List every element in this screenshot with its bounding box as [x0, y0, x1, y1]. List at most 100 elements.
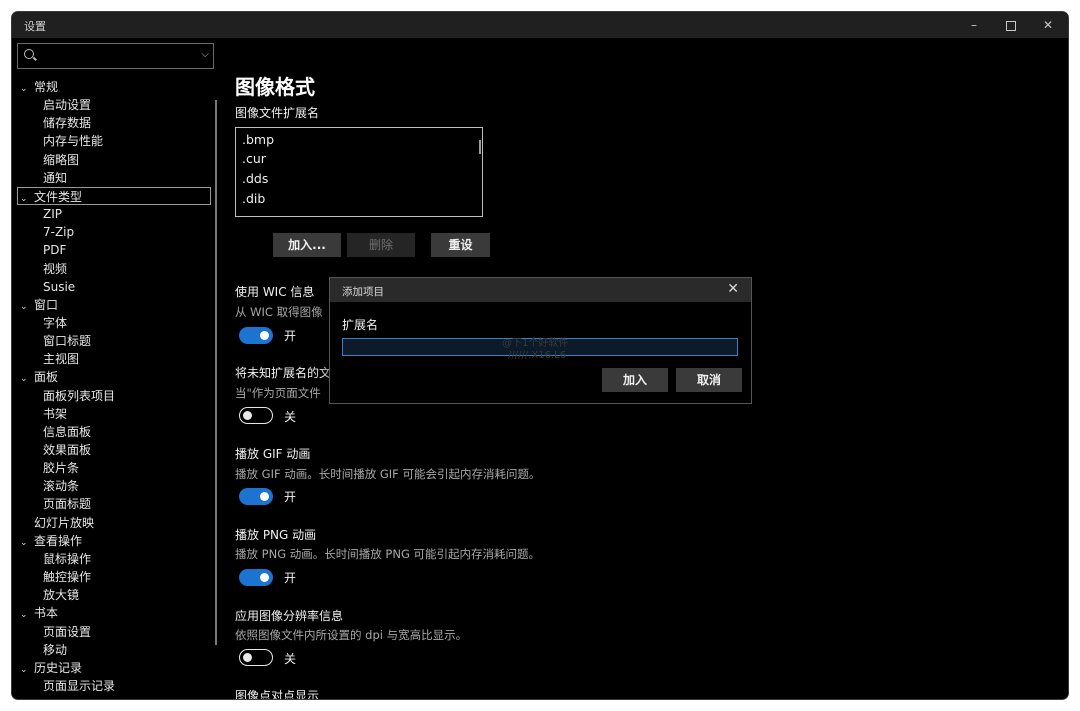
tree-label: 书架 [43, 407, 68, 421]
tree-item[interactable]: 书架 [43, 405, 67, 423]
chevron-down-icon[interactable]: ⌄ [20, 534, 34, 552]
tree-label: 鼠标操作 [43, 552, 92, 566]
tree-item[interactable]: Susie [43, 278, 75, 296]
chevron-down-icon[interactable]: ⌄ [20, 190, 34, 208]
tree-item[interactable]: 胶片条 [43, 459, 79, 477]
settings-window: 设置 – ✕ ⌵ ⌄ 常规 启动设置储存数据内存与性能 缩略图 通知 ⌄ 文件类型 ZIP 7-… [12, 12, 1068, 699]
chevron-down-icon[interactable]: ⌵ [201, 49, 209, 60]
dpi-desc: 依照图像文件内所设置的 dpi 与宽高比显示。 [235, 628, 468, 642]
tree-group[interactable]: ⌄ 常规 [20, 78, 58, 96]
page-title: 图像格式 [235, 75, 315, 99]
tree-label: 主视图 [43, 352, 80, 366]
tree-label: 视频 [43, 262, 68, 276]
tree-item[interactable]: 页面显示记录 [43, 677, 115, 695]
close-button[interactable]: ✕ [1030, 12, 1066, 38]
tree-item[interactable]: PDF [43, 241, 66, 259]
tree-label: 窗口标题 [43, 334, 92, 348]
tree-label: 面板列表项目 [43, 389, 116, 403]
tree-label: 信息面板 [43, 425, 92, 439]
chevron-down-icon[interactable]: ⌄ [20, 606, 34, 624]
tree-item[interactable]: 信息面板 [43, 423, 91, 441]
tree-group[interactable]: ⌄ 历史记录 [20, 659, 82, 677]
tree-item[interactable]: 视频 [43, 260, 67, 278]
tree-item[interactable]: 鼠标操作 [43, 550, 91, 568]
extension-list[interactable]: .bmp .cur .dds .dib [235, 127, 483, 217]
tree-group[interactable]: ⌄ 窗口 [20, 296, 58, 314]
tree-item[interactable]: 7-Zip [43, 223, 74, 241]
list-item[interactable]: .bmp [242, 132, 274, 147]
tree-label: 幻灯片放映 [34, 516, 95, 530]
tree-item[interactable]: 页面设置 [43, 623, 91, 641]
wic-state: 开 [284, 329, 297, 343]
tree-label: 字体 [43, 316, 68, 330]
chevron-down-icon[interactable]: ⌄ [20, 298, 34, 316]
minimize-button[interactable]: – [956, 12, 992, 38]
dpi-toggle[interactable] [239, 649, 273, 666]
tree-group[interactable]: 幻灯片放映 [20, 514, 94, 532]
unknown-ext-state: 关 [284, 410, 297, 424]
gif-desc: 播放 GIF 动画。长时间播放 GIF 可能会引起内存消耗问题。 [235, 467, 541, 481]
tree-item[interactable]: 主视图 [43, 350, 79, 368]
gif-state: 开 [284, 490, 297, 504]
maximize-icon [1006, 20, 1016, 31]
maximize-button[interactable] [993, 12, 1029, 38]
tree-group[interactable]: ⌄ 面板 [20, 368, 58, 386]
tree-group[interactable]: ⌄ 文件类型 [17, 187, 211, 205]
png-label: 播放 PNG 动画 [235, 528, 317, 542]
extension-field-label: 扩展名 [342, 318, 379, 332]
tree-item[interactable]: 内存与性能 [43, 132, 103, 150]
chevron-down-icon[interactable]: ⌄ [20, 370, 34, 388]
tree-label: 页面设置 [43, 625, 92, 639]
dialog-cancel-button[interactable]: 取消 [676, 368, 742, 392]
tree-label: 储存数据 [43, 116, 92, 130]
tree-item[interactable]: 放大镜 [43, 586, 79, 604]
list-item[interactable]: .cur [242, 151, 266, 166]
reset-button[interactable]: 重设 [431, 233, 490, 257]
dialog-add-button[interactable]: 加入 [602, 368, 668, 392]
dpi-label: 应用图像分辨率信息 [235, 609, 344, 623]
png-desc: 播放 PNG 动画。长时间播放 PNG 可能引起内存消耗问题。 [235, 547, 541, 561]
sidebar-scrollbar[interactable] [215, 100, 217, 645]
tree-label: ZIP [43, 207, 62, 221]
tree-item[interactable]: 通知 [43, 169, 67, 187]
chevron-down-icon[interactable]: ⌄ [20, 80, 34, 98]
dialog-close-icon[interactable]: ✕ [727, 281, 739, 297]
dpi-state: 关 [284, 652, 297, 666]
wic-label: 使用 WIC 信息 [235, 285, 315, 299]
tree-item[interactable]: ZIP [43, 205, 62, 223]
add-button[interactable]: 加入... [273, 233, 341, 257]
gif-toggle[interactable] [239, 488, 273, 505]
wic-toggle[interactable] [239, 327, 273, 344]
search-input[interactable]: ⌵ [17, 43, 214, 69]
list-scrollbar[interactable] [479, 140, 481, 154]
tree-item[interactable]: 触控操作 [43, 568, 91, 586]
unknown-ext-toggle[interactable] [239, 407, 273, 424]
tree-label: 7-Zip [43, 225, 75, 239]
tree-item[interactable]: 缩略图 [43, 151, 79, 169]
tree-item[interactable]: 效果面板 [43, 441, 91, 459]
list-item[interactable]: .dds [242, 171, 268, 186]
tree-group[interactable]: ⌄ 书本 [20, 604, 58, 622]
png-toggle[interactable] [239, 569, 273, 586]
tree-label: 面板 [34, 370, 59, 384]
unknown-ext-label: 将未知扩展名的文 [235, 366, 332, 380]
tree-label: 历史记录 [34, 661, 83, 675]
tree-label: 触控操作 [43, 570, 92, 584]
window-title: 设置 [24, 20, 46, 33]
tree-item[interactable]: 移动 [43, 641, 67, 659]
title-bar: 设置 – ✕ [12, 12, 1068, 38]
tree-item[interactable]: 滚动条 [43, 477, 79, 495]
tree-label: 页面标题 [43, 497, 92, 511]
tree-item[interactable]: 字体 [43, 314, 67, 332]
tree-item[interactable]: 启动设置 [43, 96, 91, 114]
tree-item[interactable]: 窗口标题 [43, 332, 91, 350]
delete-button[interactable]: 删除 [347, 233, 415, 257]
chevron-down-icon[interactable]: ⌄ [20, 661, 34, 679]
list-item[interactable]: .dib [242, 191, 265, 206]
tree-label: 效果面板 [43, 443, 92, 457]
tree-item[interactable]: 页面标题 [43, 495, 91, 513]
tree-group[interactable]: ⌄ 查看操作 [20, 532, 82, 550]
tree-item[interactable]: 面板列表项目 [43, 387, 115, 405]
tree-item[interactable]: 储存数据 [43, 114, 91, 132]
tree-label: 窗口 [34, 298, 59, 312]
